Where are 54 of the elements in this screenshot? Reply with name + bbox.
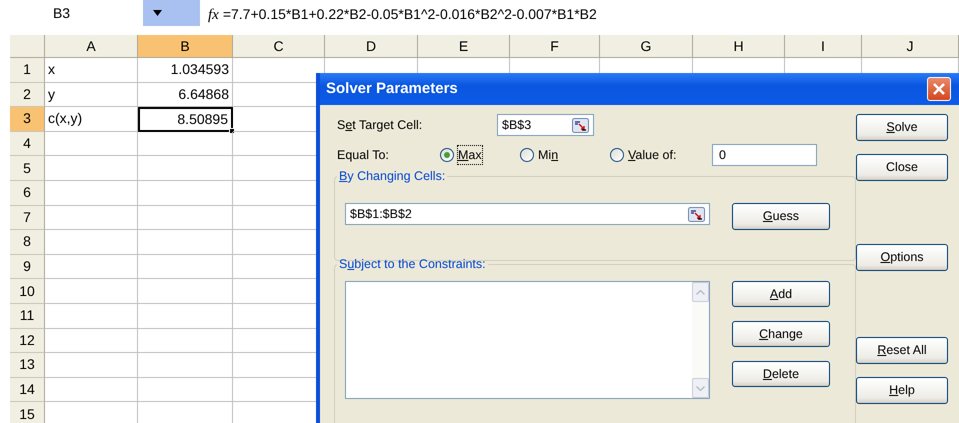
row-header[interactable]: 8 (10, 230, 45, 255)
dialog-button[interactable]: Options (856, 244, 948, 271)
target-cell-field[interactable]: $B$3 (497, 114, 594, 136)
row-header[interactable]: 3 (10, 107, 45, 132)
dialog-button[interactable]: Change (732, 321, 830, 347)
column-header[interactable]: B (138, 35, 233, 58)
dialog-title: Solver Parameters (326, 78, 458, 99)
row-header[interactable]: 15 (10, 402, 45, 423)
radio-option[interactable]: Max (440, 146, 520, 164)
dialog-button[interactable]: Close (856, 154, 948, 181)
changing-cells-field[interactable]: $B$1:$B$2 (345, 203, 710, 225)
row-header[interactable]: 10 (10, 279, 45, 304)
value-field[interactable]: 0 (712, 144, 817, 166)
row-header[interactable]: 12 (10, 328, 45, 354)
radio-option[interactable]: Value of: (610, 146, 712, 164)
table-cell: 6.64868 (138, 82, 233, 108)
dialog-button[interactable]: Add (732, 281, 830, 307)
column-header[interactable]: C (233, 35, 325, 58)
dialog-button[interactable]: Delete (732, 361, 830, 387)
row-header[interactable]: 1 (10, 58, 45, 83)
row-header[interactable]: 11 (10, 304, 45, 329)
name-box[interactable]: B3 (52, 2, 90, 24)
column-header[interactable]: D (325, 35, 418, 58)
table-cell: x (45, 58, 138, 83)
table-cell: y (45, 82, 138, 108)
row-header[interactable]: 7 (10, 206, 45, 230)
table-cell: 1.034593 (138, 58, 233, 83)
table-cell: c(x,y) (45, 107, 138, 132)
guess-button[interactable]: Guess (732, 202, 830, 230)
row-header[interactable]: 4 (10, 132, 45, 156)
group-label: Subject to the Constraints: (338, 257, 487, 272)
field-label: Equal To: (336, 146, 390, 164)
row-header[interactable]: 14 (10, 378, 45, 402)
row-header[interactable]: 13 (10, 353, 45, 378)
radio-option[interactable]: Min (520, 146, 610, 164)
dialog-button[interactable]: Reset All (856, 337, 948, 364)
column-header[interactable]: I (785, 35, 862, 58)
column-header[interactable]: J (862, 35, 959, 58)
column-header[interactable]: G (600, 35, 693, 58)
function-label[interactable]: fx (208, 4, 219, 26)
dialog-button[interactable]: Solve (856, 114, 948, 141)
column-header[interactable]: E (418, 35, 510, 58)
formula-text: =7.7+0.15*B1+0.22*B2-0.05*B1^2-0.016*B2^2-0.007*B1*B2 (222, 5, 597, 24)
table-cell: 8.50895 (138, 107, 233, 132)
field-label: Set Target Cell: (336, 116, 424, 134)
column-header[interactable]: A (45, 35, 138, 58)
row-header[interactable]: 9 (10, 254, 45, 280)
row-header[interactable]: 5 (10, 156, 45, 181)
row-header[interactable]: 2 (10, 82, 45, 108)
dialog-button[interactable]: Help (856, 377, 948, 404)
group-label: By Changing Cells: (338, 169, 446, 184)
column-header[interactable]: F (510, 35, 600, 58)
row-header[interactable]: 6 (10, 180, 45, 206)
column-header[interactable]: H (693, 35, 785, 58)
